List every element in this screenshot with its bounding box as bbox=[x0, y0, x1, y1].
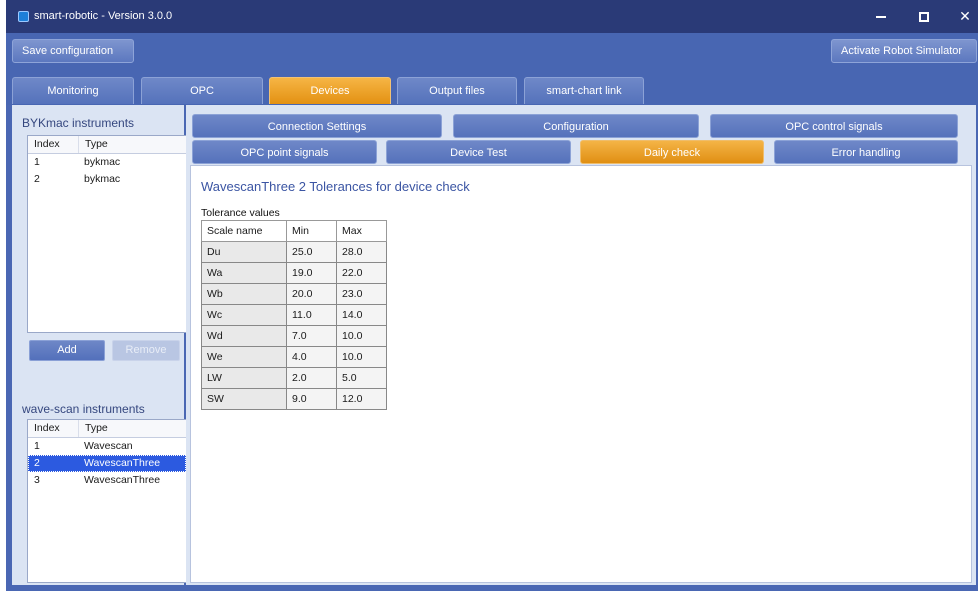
row-index: 2 bbox=[34, 173, 40, 185]
list-item[interactable]: 2 bykmac bbox=[28, 171, 186, 188]
max-cell[interactable]: 14.0 bbox=[336, 304, 387, 326]
table-row: LW 2.0 5.0 bbox=[201, 367, 387, 389]
table-row: Wb 20.0 23.0 bbox=[201, 283, 387, 305]
tab-configuration[interactable]: Configuration bbox=[453, 114, 699, 138]
tab-output-files[interactable]: Output files bbox=[397, 77, 517, 104]
bykmac-instruments-title: BYKmac instruments bbox=[22, 116, 135, 130]
app-window: smart-robotic - Version 3.0.0 ✕ Save con… bbox=[6, 0, 978, 591]
list-item[interactable]: 3 WavescanThree bbox=[28, 472, 186, 489]
tab-connection-settings[interactable]: Connection Settings bbox=[192, 114, 442, 138]
table-header-row: Scale name Min Max bbox=[201, 220, 387, 242]
save-configuration-button[interactable]: Save configuration bbox=[12, 39, 134, 63]
max-cell[interactable]: 10.0 bbox=[336, 346, 387, 368]
list-header: Index Type bbox=[28, 420, 186, 438]
tolerances-heading: WavescanThree 2 Tolerances for device ch… bbox=[201, 179, 470, 194]
minimize-button[interactable] bbox=[864, 3, 898, 29]
table-row: Wd 7.0 10.0 bbox=[201, 325, 387, 347]
table-row: SW 9.0 12.0 bbox=[201, 388, 387, 410]
scale-name-cell: Wc bbox=[201, 304, 287, 326]
min-cell[interactable]: 2.0 bbox=[286, 367, 337, 389]
close-icon: ✕ bbox=[959, 8, 971, 24]
row-type: bykmac bbox=[84, 173, 121, 185]
row-type: Wavescan bbox=[84, 440, 133, 452]
table-row: Wa 19.0 22.0 bbox=[201, 262, 387, 284]
row-type: bykmac bbox=[84, 156, 121, 168]
activate-robot-simulator-button[interactable]: Activate Robot Simulator bbox=[831, 39, 977, 63]
maximize-button[interactable] bbox=[907, 3, 941, 29]
index-column-header[interactable]: Index bbox=[28, 136, 78, 153]
remove-button[interactable]: Remove bbox=[112, 340, 180, 361]
instruments-panel: BYKmac instruments Index Type 1 bykmac 2… bbox=[12, 105, 187, 585]
wave-scan-instruments-title: wave-scan instruments bbox=[22, 402, 145, 416]
daily-check-content: WavescanThree 2 Tolerances for device ch… bbox=[190, 165, 972, 583]
tolerance-values-caption: Tolerance values bbox=[201, 207, 280, 219]
row-type: WavescanThree bbox=[84, 474, 161, 486]
row-type: WavescanThree bbox=[84, 457, 161, 469]
min-cell[interactable]: 9.0 bbox=[286, 388, 337, 410]
list-item[interactable]: 1 bykmac bbox=[28, 154, 186, 171]
list-item[interactable]: 1 Wavescan bbox=[28, 438, 186, 455]
tab-device-test[interactable]: Device Test bbox=[386, 140, 571, 164]
scale-name-cell: Wd bbox=[201, 325, 287, 347]
tab-daily-check[interactable]: Daily check bbox=[580, 140, 764, 164]
main-tab-bar: Monitoring OPC Devices Output files smar… bbox=[6, 69, 978, 105]
min-cell[interactable]: 25.0 bbox=[286, 241, 337, 263]
scale-name-cell: SW bbox=[201, 388, 287, 410]
scale-name-cell: Du bbox=[201, 241, 287, 263]
scale-name-header: Scale name bbox=[201, 220, 287, 242]
tab-monitoring[interactable]: Monitoring bbox=[12, 77, 134, 104]
min-cell[interactable]: 20.0 bbox=[286, 283, 337, 305]
device-settings-panel: Connection Settings Configuration OPC co… bbox=[186, 105, 976, 585]
row-index: 1 bbox=[34, 440, 40, 452]
max-header: Max bbox=[336, 220, 387, 242]
list-item-selected[interactable]: 2 WavescanThree bbox=[28, 455, 186, 472]
min-header: Min bbox=[286, 220, 337, 242]
row-index: 1 bbox=[34, 156, 40, 168]
tab-opc-point-signals[interactable]: OPC point signals bbox=[192, 140, 377, 164]
close-button[interactable]: ✕ bbox=[948, 3, 978, 29]
top-toolbar: Save configuration Activate Robot Simula… bbox=[6, 33, 978, 69]
tab-devices[interactable]: Devices bbox=[269, 77, 391, 104]
bykmac-instrument-list[interactable]: Index Type 1 bykmac 2 bykmac bbox=[27, 135, 187, 333]
maximize-icon bbox=[919, 12, 929, 23]
table-row: We 4.0 10.0 bbox=[201, 346, 387, 368]
max-cell[interactable]: 22.0 bbox=[336, 262, 387, 284]
tolerance-table: Scale name Min Max Du 25.0 28.0 Wa 19.0 … bbox=[201, 220, 387, 410]
min-cell[interactable]: 11.0 bbox=[286, 304, 337, 326]
max-cell[interactable]: 10.0 bbox=[336, 325, 387, 347]
max-cell[interactable]: 12.0 bbox=[336, 388, 387, 410]
scale-name-cell: Wa bbox=[201, 262, 287, 284]
max-cell[interactable]: 28.0 bbox=[336, 241, 387, 263]
type-column-header[interactable]: Type bbox=[78, 420, 186, 437]
row-index: 2 bbox=[34, 457, 40, 469]
max-cell[interactable]: 23.0 bbox=[336, 283, 387, 305]
min-cell[interactable]: 7.0 bbox=[286, 325, 337, 347]
window-title: smart-robotic - Version 3.0.0 bbox=[34, 10, 173, 22]
wave-scan-instrument-list[interactable]: Index Type 1 Wavescan 2 WavescanThree 3 … bbox=[27, 419, 187, 583]
tab-opc[interactable]: OPC bbox=[141, 77, 263, 104]
tab-opc-control-signals[interactable]: OPC control signals bbox=[710, 114, 958, 138]
scale-name-cell: We bbox=[201, 346, 287, 368]
add-button[interactable]: Add bbox=[29, 340, 105, 361]
type-column-header[interactable]: Type bbox=[78, 136, 186, 153]
list-header: Index Type bbox=[28, 136, 186, 154]
index-column-header[interactable]: Index bbox=[28, 420, 78, 437]
table-row: Wc 11.0 14.0 bbox=[201, 304, 387, 326]
minimize-icon bbox=[876, 16, 886, 19]
scale-name-cell: LW bbox=[201, 367, 287, 389]
min-cell[interactable]: 19.0 bbox=[286, 262, 337, 284]
max-cell[interactable]: 5.0 bbox=[336, 367, 387, 389]
min-cell[interactable]: 4.0 bbox=[286, 346, 337, 368]
row-index: 3 bbox=[34, 474, 40, 486]
table-row: Du 25.0 28.0 bbox=[201, 241, 387, 263]
tab-smart-chart-link[interactable]: smart-chart link bbox=[524, 77, 644, 104]
app-logo-icon bbox=[18, 11, 29, 22]
tab-error-handling[interactable]: Error handling bbox=[774, 140, 958, 164]
title-bar[interactable]: smart-robotic - Version 3.0.0 ✕ bbox=[6, 0, 978, 33]
scale-name-cell: Wb bbox=[201, 283, 287, 305]
